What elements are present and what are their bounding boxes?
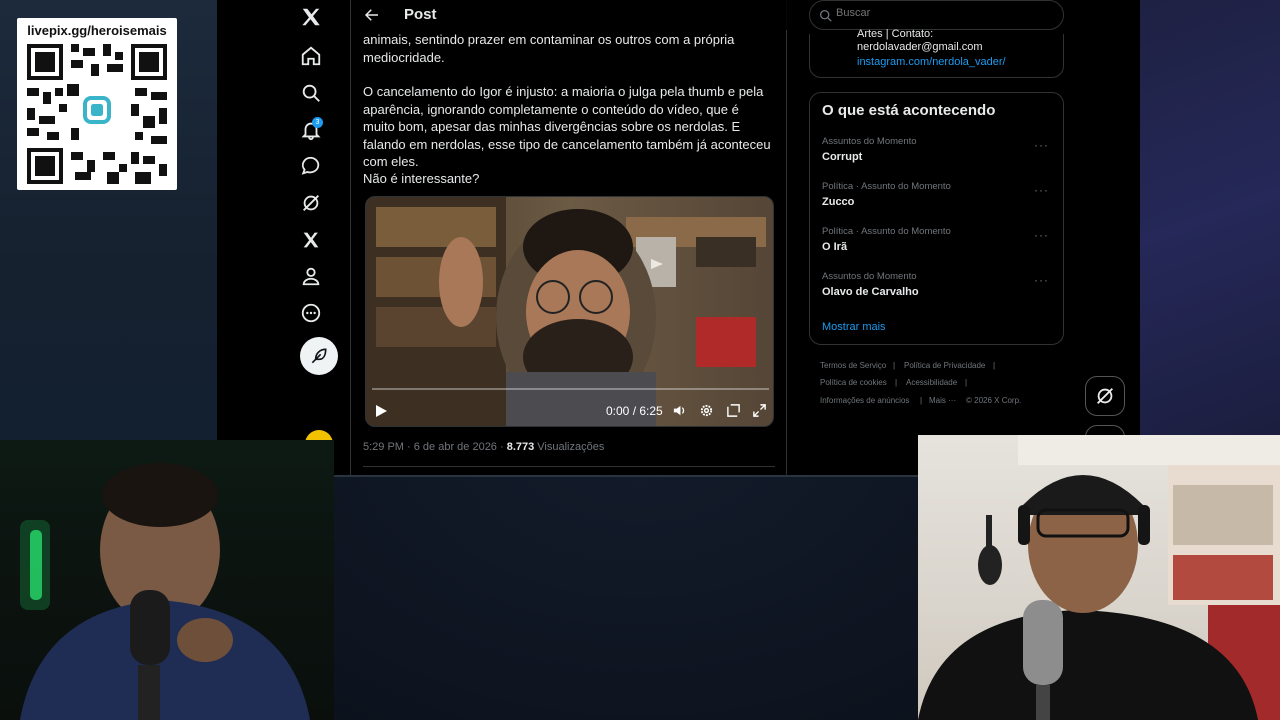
post-timestamp: 5:29 PM · 6 de abr de 2026 ·: [363, 441, 507, 453]
qr-code-card: livepix.gg/heroisemais: [17, 18, 177, 190]
footer-separator: |: [993, 361, 996, 370]
pip-icon[interactable]: [726, 403, 741, 418]
privacy-link[interactable]: Política de Privacidade: [904, 361, 985, 370]
accessibility-link[interactable]: Acessibilidade: [906, 378, 957, 387]
trends-panel: O que está acontecendo Assuntos do Momen…: [809, 92, 1064, 345]
cookies-link[interactable]: Política de cookies: [820, 378, 887, 387]
show-more-link[interactable]: Mostrar mais: [822, 321, 886, 333]
trend-item[interactable]: Assuntos do Momento Olavo de Carvalho ··…: [810, 271, 1063, 313]
grok-icon[interactable]: [299, 191, 323, 215]
stream-canvas: livepix.gg/heroisemais 3 Post animais, s…: [0, 0, 1280, 720]
footer-separator: |: [893, 361, 896, 370]
trend-category: Política · Assunto do Momento: [822, 226, 951, 237]
search-input[interactable]: [836, 7, 1046, 19]
x-logo-icon[interactable]: [299, 5, 323, 29]
terms-link[interactable]: Termos de Serviço: [820, 361, 886, 370]
x-app-window: 3 Post animais, sentindo prazer em conta…: [217, 0, 1140, 476]
trend-name: Zucco: [822, 196, 855, 208]
left-nav: 3: [217, 0, 351, 476]
message-icon[interactable]: [299, 154, 323, 178]
settings-gear-icon[interactable]: [699, 403, 714, 418]
profile-bio-partial: Artes | Contato:: [857, 28, 934, 40]
trend-name: O Irã: [822, 241, 848, 253]
more-options-icon[interactable]: ···: [1034, 138, 1049, 152]
more-options-icon[interactable]: ···: [1034, 228, 1049, 242]
trend-item[interactable]: Política · Assunto do Momento Zucco ···: [810, 181, 1063, 223]
search-box[interactable]: [809, 0, 1064, 30]
post-paragraph: O cancelamento do Igor é injusto: a maio…: [363, 84, 771, 169]
more-icon[interactable]: [299, 301, 323, 325]
qr-code-image: [27, 44, 167, 184]
divider: [363, 466, 775, 467]
footer-separator: |: [965, 378, 968, 387]
home-icon[interactable]: [299, 44, 323, 68]
trend-category: Política · Assunto do Momento: [822, 181, 951, 192]
post-header: Post: [351, 0, 787, 30]
trend-category: Assuntos do Momento: [822, 271, 917, 282]
more-options-icon[interactable]: ···: [1034, 183, 1049, 197]
trend-item[interactable]: Política · Assunto do Momento O Irã ···: [810, 226, 1063, 268]
ads-info-link[interactable]: Informações de anúncios: [820, 396, 909, 405]
fullscreen-icon[interactable]: [752, 403, 767, 418]
notification-badge: 3: [312, 117, 323, 128]
trend-category: Assuntos do Momento: [822, 136, 917, 147]
page-title: Post: [404, 6, 437, 23]
feather-icon: [311, 348, 327, 364]
profile-email: nerdolavader@gmail.com: [857, 41, 983, 53]
qr-caption: livepix.gg/heroisemais: [27, 23, 167, 38]
video-frame: [366, 197, 773, 426]
streamer-right-feed: [918, 435, 1280, 720]
search-icon: [819, 9, 832, 22]
post-paragraph: Não é interessante?: [363, 171, 480, 186]
profile-icon[interactable]: [299, 264, 323, 288]
video-player[interactable]: 0:00 / 6:25: [365, 196, 774, 427]
post-metadata: 5:29 PM · 6 de abr de 2026 · 8.773 Visua…: [363, 441, 604, 453]
overlay-divider: [334, 475, 918, 477]
video-time: 0:00 / 6:25: [606, 404, 663, 418]
play-icon[interactable]: [374, 404, 388, 418]
trends-title: O que está acontecendo: [822, 102, 996, 119]
volume-icon[interactable]: [672, 403, 687, 418]
trend-name: Corrupt: [822, 151, 863, 163]
post-text-fragment: animais, sentindo prazer em contaminar o…: [363, 32, 735, 65]
video-progress-bar[interactable]: [372, 388, 769, 390]
x-premium-icon[interactable]: [299, 228, 323, 252]
search-icon[interactable]: [299, 81, 323, 105]
compose-post-button[interactable]: [300, 337, 338, 375]
views-count: 8.773: [506, 441, 535, 453]
streamer-left-feed: [20, 463, 310, 720]
trend-name: Olavo de Carvalho: [822, 286, 919, 298]
footer-separator: |: [895, 378, 898, 387]
background-right-panel: [1140, 0, 1280, 435]
footer-separator: |: [920, 396, 923, 405]
post-column: Post animais, sentindo prazer em contami…: [351, 0, 787, 476]
grok-button[interactable]: [1085, 376, 1125, 416]
grok-icon: [1097, 388, 1113, 404]
back-arrow-icon[interactable]: [363, 6, 381, 24]
more-link[interactable]: Mais ···: [929, 396, 956, 405]
trend-item[interactable]: Assuntos do Momento Corrupt ···: [810, 136, 1063, 178]
webcam-right: [918, 435, 1280, 720]
more-options-icon[interactable]: ···: [1034, 273, 1049, 287]
webcam-left: [0, 440, 334, 720]
profile-bio-card: Artes | Contato: nerdolavader@gmail.com …: [809, 28, 1064, 78]
views-label: Visualizações: [534, 441, 605, 453]
copyright: © 2026 X Corp.: [966, 396, 1022, 405]
profile-link[interactable]: instagram.com/nerdola_vader/: [857, 56, 1006, 68]
